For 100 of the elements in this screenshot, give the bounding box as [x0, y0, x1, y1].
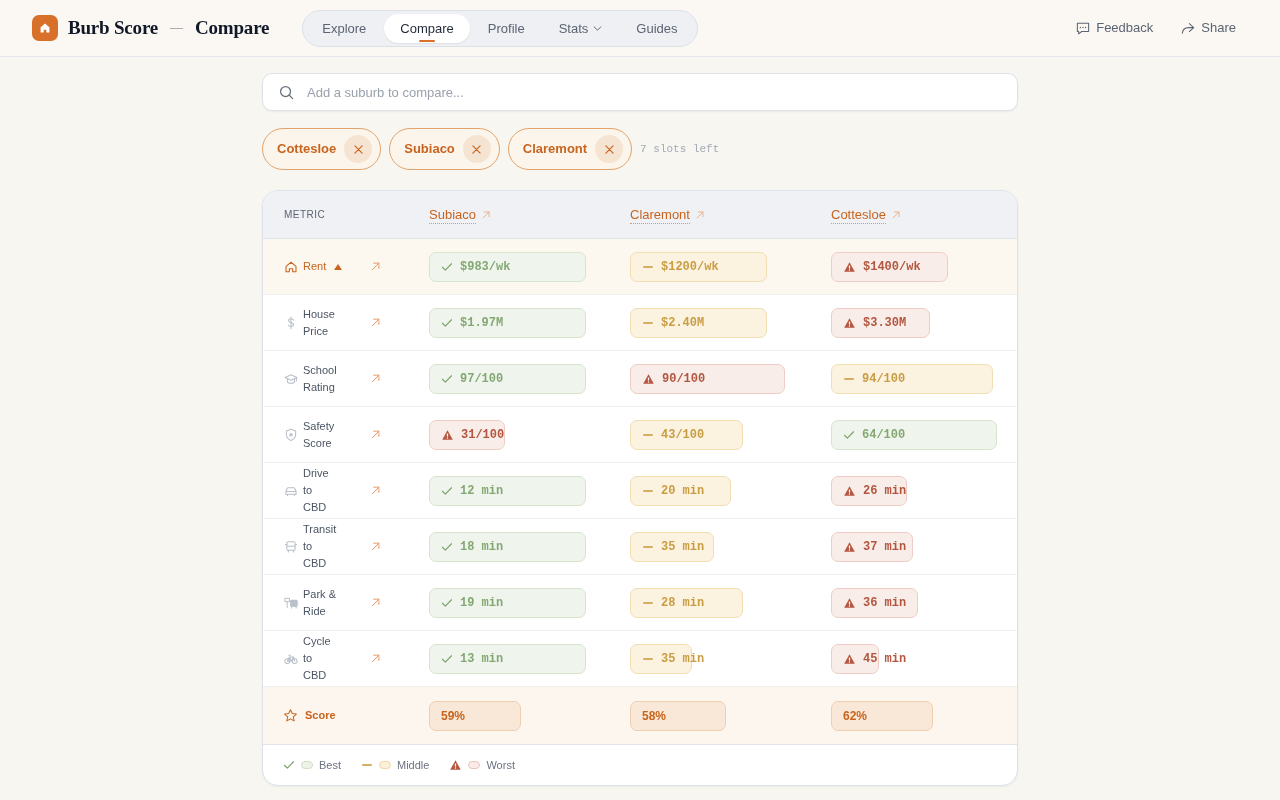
close-icon	[472, 144, 482, 154]
column-header: METRIC	[284, 208, 326, 222]
swatch-icon	[379, 761, 391, 769]
nav-tab[interactable]: Explore	[306, 13, 383, 43]
value-text: $1400/wk	[863, 258, 921, 276]
share-button[interactable]: Share	[1181, 18, 1236, 38]
value-text: 35 min	[661, 650, 705, 668]
score-text: 62%	[843, 707, 868, 725]
arrow-up-right-icon[interactable]	[695, 210, 704, 219]
legend-label: Middle	[397, 757, 430, 773]
dash-icon	[844, 377, 854, 380]
dash-icon	[643, 601, 653, 604]
dash-icon	[643, 657, 653, 660]
arrow-up-right-icon[interactable]	[371, 598, 380, 607]
sign-and-bus-icon	[284, 595, 298, 610]
score-label: Score	[305, 708, 336, 724]
search-icon	[279, 85, 294, 100]
warning-icon	[844, 317, 855, 328]
arrow-up-right-icon[interactable]	[371, 374, 380, 383]
value-text: 97/100	[460, 370, 504, 388]
search-field[interactable]: Add a suburb to compare...	[262, 73, 1018, 111]
dash-icon	[643, 545, 653, 548]
nav-tab[interactable]: Profile	[471, 13, 541, 43]
remove-button[interactable]	[462, 135, 491, 163]
suburb-link[interactable]: Cottesloe	[831, 205, 886, 224]
check-icon	[844, 430, 854, 439]
metric-label: Transit to CBD	[303, 522, 338, 571]
page-title: Compare	[195, 16, 270, 40]
chip-label: Subiaco	[404, 140, 455, 159]
arrow-up-right-icon[interactable]	[371, 318, 380, 327]
check-icon	[442, 374, 452, 383]
warning-icon	[450, 760, 462, 770]
legend-label: Worst	[486, 757, 515, 773]
arrow-up-right-icon[interactable]	[371, 430, 380, 439]
dash-icon	[643, 321, 653, 324]
feedback-button[interactable]: Feedback	[1076, 18, 1154, 38]
dash-icon	[362, 764, 372, 766]
graduation-cap-icon	[284, 371, 298, 386]
value-text: $1.97M	[460, 314, 504, 332]
check-icon	[442, 598, 452, 607]
arrow-up-right-icon[interactable]	[371, 654, 380, 663]
arrow-up-right-icon[interactable]	[482, 210, 490, 219]
arrow-up-right-icon[interactable]	[371, 542, 380, 551]
suburb-link[interactable]: Claremont	[630, 205, 690, 224]
arrow-up-right-icon[interactable]	[371, 262, 380, 271]
sort-up-icon	[334, 263, 343, 270]
metric-label: Rent	[303, 259, 327, 274]
check-icon	[442, 262, 452, 271]
check-icon	[442, 486, 452, 495]
arrow-up-right-icon[interactable]	[371, 486, 380, 495]
value-text: 64/100	[862, 426, 906, 444]
swatch-icon	[301, 761, 313, 769]
value-text: $2.40M	[661, 314, 705, 332]
speech-bubble-icon	[1076, 21, 1091, 35]
value-text: $983/wk	[460, 258, 511, 276]
suburb-link[interactable]: Subiaco	[429, 205, 476, 224]
value-text: 45 min	[863, 650, 907, 668]
value-text: $3.30M	[863, 314, 907, 332]
nav-tab[interactable]: Stats	[542, 13, 619, 43]
house-logo-icon	[32, 15, 58, 41]
slots-left-text: 7 slots left	[640, 141, 720, 157]
value-text: 36 min	[863, 594, 907, 612]
value-text: 94/100	[862, 370, 906, 388]
value-text: 31/100	[461, 426, 505, 444]
nav-tab[interactable]: Guides	[620, 13, 694, 43]
chip-label: Claremont	[522, 140, 588, 159]
warning-icon	[844, 261, 855, 272]
remove-button[interactable]	[595, 135, 624, 163]
warning-icon	[844, 597, 855, 608]
nav-tab[interactable]: Compare	[384, 13, 470, 43]
value-text: 13 min	[460, 650, 504, 668]
dash-icon	[643, 433, 653, 436]
arrow-up-right-icon[interactable]	[891, 210, 900, 219]
metric-label: Safety Score	[303, 418, 336, 451]
value-text: $1200/wk	[661, 258, 719, 276]
close-icon	[604, 144, 614, 154]
metric-label: School Rating	[303, 362, 338, 395]
metric-label: Cycle to CBD	[303, 634, 332, 683]
warning-icon	[844, 485, 855, 496]
house-icon	[284, 259, 298, 274]
value-text: 90/100	[662, 370, 706, 388]
title-separator: —	[170, 19, 183, 37]
warning-icon	[844, 541, 855, 552]
shield-star-icon	[284, 427, 298, 442]
check-icon	[442, 318, 452, 327]
chevron-down-icon	[593, 25, 603, 31]
warning-icon	[643, 373, 654, 384]
remove-button[interactable]	[344, 135, 373, 163]
check-icon	[442, 542, 452, 551]
bus-icon	[284, 539, 298, 554]
value-text: 37 min	[863, 538, 907, 556]
swatch-icon	[468, 761, 481, 769]
value-text: 26 min	[863, 482, 907, 500]
close-icon	[353, 144, 363, 154]
check-icon	[284, 761, 294, 769]
value-text: 18 min	[460, 538, 504, 556]
metric-label: Drive to CBD	[303, 466, 330, 515]
value-text: 35 min	[661, 538, 705, 556]
value-text: 12 min	[460, 482, 504, 500]
value-text: 28 min	[661, 594, 705, 612]
